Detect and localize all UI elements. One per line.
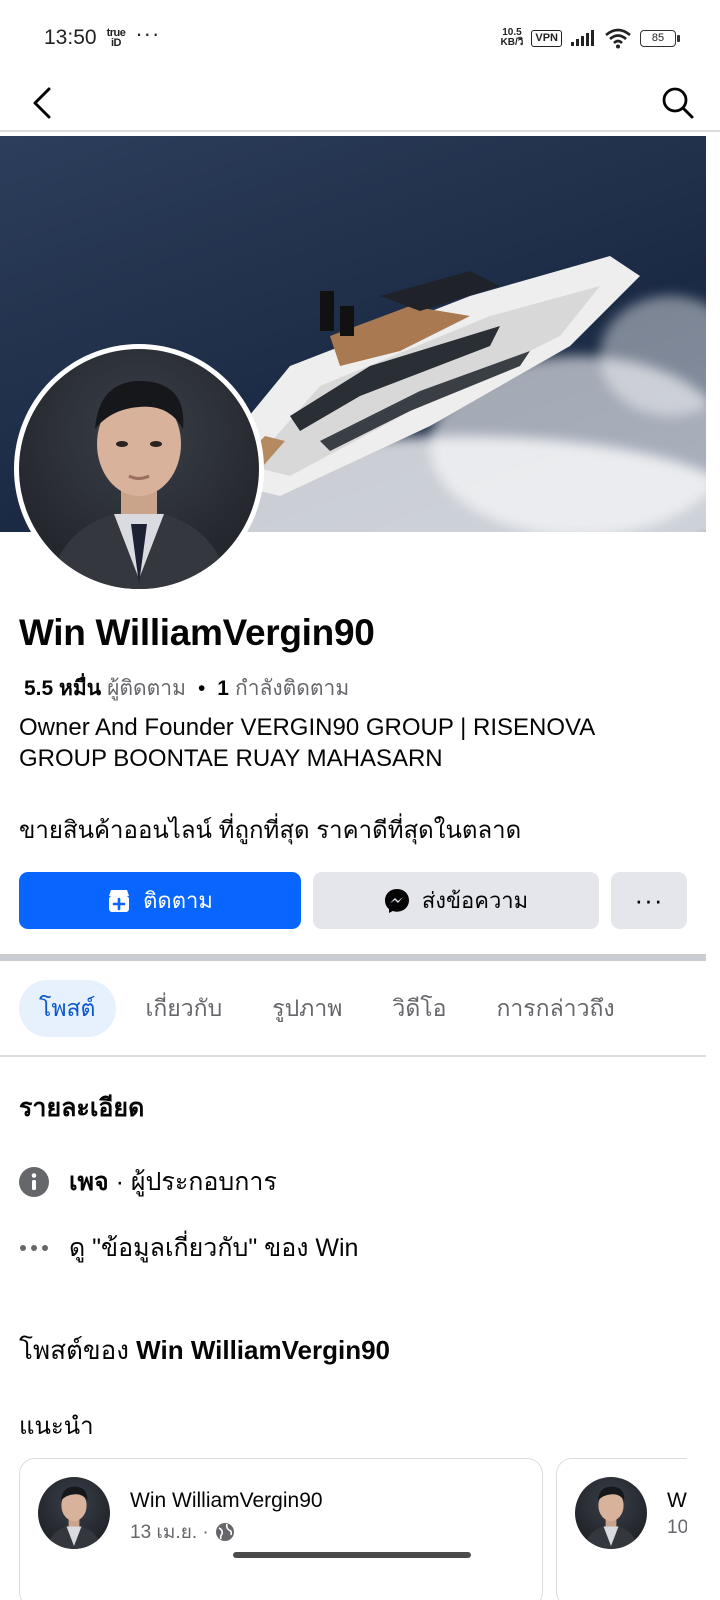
page-type: เพจ xyxy=(69,1168,109,1196)
carrier-badge-icon: true iD xyxy=(106,27,126,49)
bio-tagline: ขายสินค้าออนไลน์ ที่ถูกที่สุด ราคาดีที่ส… xyxy=(19,817,522,844)
status-more-dots: ··· xyxy=(135,21,161,46)
avatar-photo xyxy=(19,349,259,589)
tab-videos[interactable]: วิดีโอ xyxy=(372,980,466,1037)
status-left: 13:50 true iD ··· xyxy=(44,21,161,50)
follower-stats: 5.5 หมื่น ผู้ติดตาม • 1 กำลังติดตาม xyxy=(24,672,349,705)
person-icon xyxy=(584,1486,638,1549)
posts-title-prefix: โพสต์ของ xyxy=(19,1335,137,1365)
about-link-row[interactable]: ดู "ข้อมูลเกี่ยวกับ" ของ Win xyxy=(19,1228,358,1268)
follow-label: ติดตาม xyxy=(143,888,213,913)
tab-mentions[interactable]: การกล่าวถึง xyxy=(476,980,634,1037)
profile-avatar[interactable] xyxy=(14,344,264,594)
net-speed-unit: KB/วิ xyxy=(500,37,524,48)
card-date: 13 เม.ย. · xyxy=(130,1517,235,1547)
tab-photos[interactable]: รูปภาพ xyxy=(252,980,362,1037)
posts-title-name: Win WilliamVergin90 xyxy=(136,1335,390,1365)
recommended-label: แนะนำ xyxy=(19,1413,94,1440)
about-link[interactable]: ดู "ข้อมูลเกี่ยวกับ" ของ Win xyxy=(69,1228,358,1268)
following-label[interactable]: กำลังติดตาม xyxy=(235,672,349,705)
profile-name: Win WilliamVergin90 xyxy=(19,612,375,653)
followers-count[interactable]: 5.5 หมื่น xyxy=(24,672,101,705)
card-date-text: 10 xyxy=(667,1517,687,1538)
following-count[interactable]: 1 xyxy=(217,677,229,701)
card-avatar[interactable] xyxy=(38,1477,110,1549)
follow-page-icon xyxy=(109,889,130,912)
signal-icon xyxy=(571,30,594,46)
post-card[interactable]: Win WilliamVergin90 13 เม.ย. · xyxy=(19,1458,543,1600)
person-icon xyxy=(47,1486,101,1549)
app-bar xyxy=(0,76,720,132)
tab-posts[interactable]: โพสต์ xyxy=(19,980,116,1037)
status-bar: 13:50 true iD ··· 10.5 KB/วิ VPN 85 xyxy=(0,0,720,76)
posts-title: โพสต์ของ Win WilliamVergin90 xyxy=(19,1330,390,1371)
messenger-icon xyxy=(384,888,409,913)
battery-icon: 85 xyxy=(640,29,680,47)
chevron-left-icon xyxy=(33,87,51,119)
card-author-name[interactable]: Win WilliamVergin90 xyxy=(130,1489,323,1513)
action-buttons: ติดตาม ส่งข้อความ ··· xyxy=(19,872,687,929)
wifi-icon xyxy=(605,28,631,49)
person-icon xyxy=(49,380,229,589)
status-right: 10.5 KB/วิ VPN 85 xyxy=(501,27,680,49)
page-category-row: เพจ · ผู้ประกอบการ xyxy=(19,1162,277,1202)
message-label: ส่งข้อความ xyxy=(421,888,529,913)
card-author-name[interactable]: Win WilliamVergin90 xyxy=(667,1489,687,1513)
info-icon xyxy=(19,1167,49,1197)
message-button[interactable]: ส่งข้อความ xyxy=(313,872,599,929)
vpn-badge: VPN xyxy=(531,29,562,47)
section-divider xyxy=(0,954,706,961)
more-dots-icon: ··· xyxy=(634,885,664,915)
page-category-text: เพจ · ผู้ประกอบการ xyxy=(69,1162,277,1202)
battery-level: 85 xyxy=(651,32,665,44)
card-date: 10 xyxy=(667,1517,687,1539)
bio-text: Owner And Founder VERGIN90 GROUP | RISEN… xyxy=(19,714,594,772)
search-icon xyxy=(662,87,694,119)
search-button[interactable] xyxy=(656,81,700,125)
tab-about[interactable]: เกี่ยวกับ xyxy=(126,980,243,1037)
profile-tabs: โพสต์ เกี่ยวกับ รูปภาพ วิดีโอ การกล่าวถึ… xyxy=(19,980,635,1037)
more-horizontal-icon xyxy=(19,1233,49,1263)
globe-icon xyxy=(215,1523,234,1541)
net-speed: 10.5 KB/วิ xyxy=(501,28,524,48)
more-options-button[interactable]: ··· xyxy=(611,872,687,929)
home-indicator[interactable] xyxy=(233,1552,471,1558)
page-category: · ผู้ประกอบการ xyxy=(108,1168,277,1196)
follow-button[interactable]: ติดตาม xyxy=(19,872,301,929)
card-avatar[interactable] xyxy=(575,1477,647,1549)
back-button[interactable] xyxy=(20,81,64,125)
details-title: รายละเอียด xyxy=(19,1094,145,1122)
card-date-text: 13 เม.ย. · xyxy=(130,1522,209,1543)
clock: 13:50 xyxy=(44,26,97,49)
tabs-divider xyxy=(0,1055,706,1057)
stats-separator: • xyxy=(197,676,206,700)
post-card[interactable]: Win WilliamVergin90 10 xyxy=(556,1458,687,1600)
followers-label[interactable]: ผู้ติดตาม xyxy=(107,672,186,705)
